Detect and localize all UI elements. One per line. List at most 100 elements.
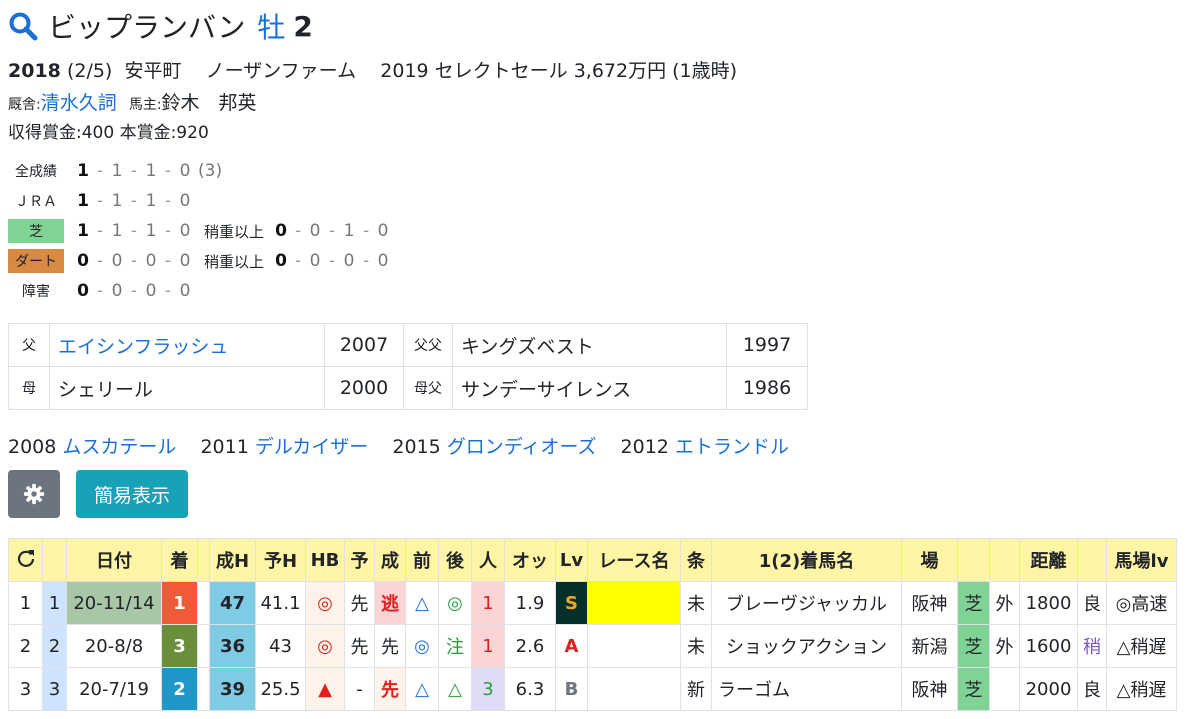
- search-icon[interactable]: [8, 11, 38, 41]
- column-header[interactable]: レース名: [587, 538, 681, 582]
- record-value: 1: [111, 191, 123, 211]
- record-value: 0: [309, 251, 321, 271]
- level-badge: S: [555, 581, 588, 625]
- refresh-icon[interactable]: [16, 548, 36, 568]
- record-value: 1: [343, 221, 355, 241]
- race-name-cell[interactable]: [587, 624, 681, 668]
- table-cell: 新: [680, 667, 712, 711]
- column-header[interactable]: 日付: [66, 538, 162, 582]
- table-cell: 2: [42, 624, 67, 668]
- owner-label: 馬主:: [128, 97, 162, 113]
- table-cell: [197, 667, 210, 711]
- record-value: 0: [377, 251, 389, 271]
- column-header[interactable]: 前: [405, 538, 439, 582]
- sibling-link[interactable]: ムスカテール: [62, 436, 176, 458]
- table-cell: ◎: [305, 581, 345, 625]
- winner-name-cell[interactable]: ショックアクション: [711, 624, 902, 668]
- trainer-link[interactable]: 清水久詞: [41, 92, 117, 114]
- record-label: 障害: [22, 284, 50, 300]
- pedigree-row-dam: 母 シェリール 2000 母父 サンデーサイレンス 1986: [8, 366, 808, 410]
- race-date-link[interactable]: 20-11/14: [66, 581, 162, 625]
- birth-area: 安平町: [124, 60, 182, 82]
- race-name-cell[interactable]: [587, 667, 681, 711]
- table-cell: 芝: [957, 624, 990, 668]
- record-value: 1: [77, 221, 89, 241]
- table-cell: [197, 624, 210, 668]
- table-cell: 3: [42, 667, 67, 711]
- table-cell: 25.5: [255, 667, 306, 711]
- column-header[interactable]: 人: [471, 538, 505, 582]
- column-header[interactable]: [989, 538, 1020, 582]
- record-value: 1: [145, 221, 157, 241]
- sibling-year: 2008: [8, 436, 57, 458]
- record-value: 0: [275, 251, 287, 271]
- record-sub-label: 稍重以上: [204, 222, 265, 241]
- table-cell: 1800: [1019, 581, 1078, 625]
- column-header[interactable]: [42, 538, 67, 582]
- winner-name-cell[interactable]: ブレーヴジャッカル: [711, 581, 902, 625]
- table-cell: △: [438, 667, 472, 711]
- refresh-header[interactable]: [8, 538, 43, 582]
- gear-icon: [23, 483, 45, 505]
- dam-sire-year: 1986: [726, 366, 808, 410]
- sibling-link[interactable]: デルカイザー: [255, 436, 368, 458]
- column-header[interactable]: HB: [305, 538, 345, 582]
- column-header[interactable]: [197, 538, 210, 582]
- record-value: 0: [309, 221, 321, 241]
- column-header[interactable]: 成H: [209, 538, 256, 582]
- table-cell: ◎: [405, 624, 439, 668]
- horse-age: 2: [293, 9, 313, 43]
- sibling-link[interactable]: グロンディオーズ: [447, 436, 597, 458]
- stable-info: 厩舎:清水久詞 馬主:鈴木 邦英: [8, 88, 257, 115]
- simple-view-button[interactable]: 簡易表示: [76, 470, 188, 518]
- table-row[interactable]: 1 1 20-11/14 1 47 41.1 ◎ 先 逃 △ ◎ 1 1.9 S…: [8, 581, 1177, 625]
- column-header[interactable]: 予H: [255, 538, 306, 582]
- dam-sire-name: サンデーサイレンス: [452, 366, 727, 410]
- column-header[interactable]: 後: [438, 538, 472, 582]
- table-cell: 39: [209, 667, 256, 711]
- column-header[interactable]: 場: [901, 538, 958, 582]
- column-header[interactable]: 予: [344, 538, 375, 582]
- pedigree-table: 父 エイシンフラッシュ 2007 父父 キングズベスト 1997 母 シェリール…: [8, 323, 808, 410]
- table-cell: 36: [209, 624, 256, 668]
- sibling-link[interactable]: エトランドル: [675, 436, 789, 458]
- birth-year: 2018: [8, 60, 61, 82]
- record-value: 1: [77, 161, 89, 181]
- table-cell: -: [344, 667, 375, 711]
- table-cell: 阪神: [901, 667, 958, 711]
- column-header[interactable]: 成: [374, 538, 406, 582]
- column-header[interactable]: Lv: [555, 538, 588, 582]
- table-cell: 1: [8, 581, 43, 625]
- race-name-cell[interactable]: [587, 581, 681, 625]
- table-cell: △: [405, 581, 439, 625]
- record-value: 0: [111, 251, 123, 271]
- birth-date: (2/5): [66, 60, 113, 82]
- sire-link[interactable]: エイシンフラッシュ: [49, 323, 325, 367]
- column-header[interactable]: [957, 538, 990, 582]
- table-cell: 1: [471, 624, 505, 668]
- table-cell: 未: [680, 581, 712, 625]
- record-value: 0: [179, 281, 191, 301]
- record-value: 0: [111, 281, 123, 301]
- table-header-row: 日付 着 成H 予H HB 予 成 前 後 人 オッ Lv レース名 条 1(2…: [8, 538, 1177, 582]
- sibling-year: 2012: [620, 436, 669, 458]
- race-date-link[interactable]: 20-8/8: [66, 624, 162, 668]
- race-date-link[interactable]: 20-7/19: [66, 667, 162, 711]
- column-header[interactable]: 距離: [1019, 538, 1078, 582]
- table-row[interactable]: 3 3 20-7/19 2 39 25.5 ▲ - 先 △ △ 3 6.3 B …: [8, 667, 1177, 711]
- column-header[interactable]: [1077, 538, 1107, 582]
- winner-name-cell[interactable]: ラーゴム: [711, 667, 902, 711]
- column-header[interactable]: 1(2)着馬名: [711, 538, 902, 582]
- column-header[interactable]: 馬場lv: [1106, 538, 1177, 582]
- settings-button[interactable]: [8, 470, 60, 518]
- table-cell: 2.6: [504, 624, 556, 668]
- column-header[interactable]: 条: [680, 538, 712, 582]
- column-header[interactable]: オッ: [504, 538, 556, 582]
- record-label: ＪＲＡ: [15, 194, 57, 210]
- table-cell: [197, 581, 210, 625]
- pedigree-row-sire: 父 エイシンフラッシュ 2007 父父 キングズベスト 1997: [8, 323, 808, 367]
- column-header[interactable]: 着: [161, 538, 198, 582]
- table-row[interactable]: 2 2 20-8/8 3 36 43 ◎ 先 先 ◎ 注 1 2.6 A 未 シ…: [8, 624, 1177, 668]
- table-cell: 良: [1077, 581, 1107, 625]
- table-cell: 先: [374, 667, 406, 711]
